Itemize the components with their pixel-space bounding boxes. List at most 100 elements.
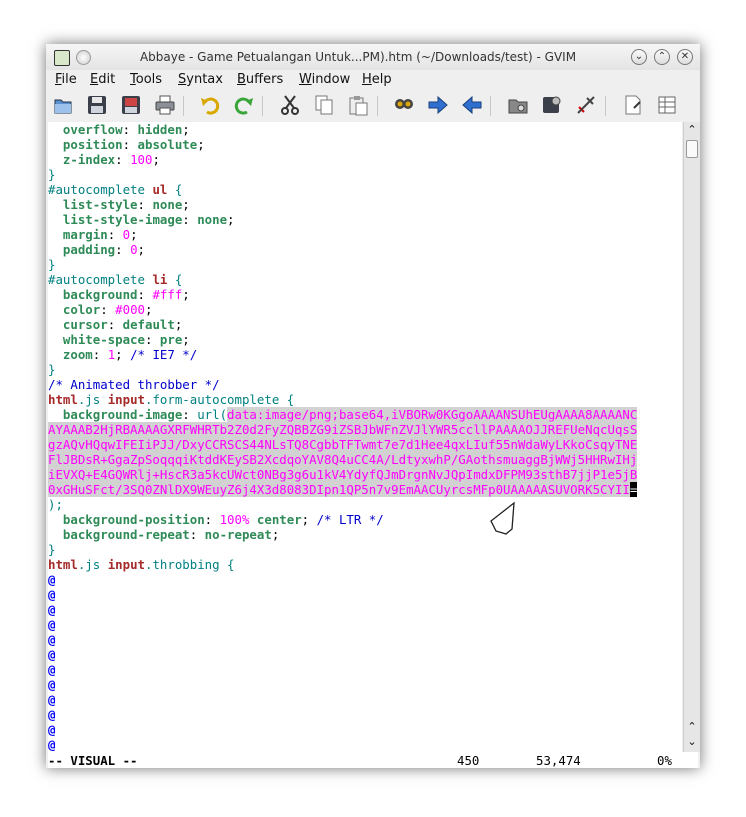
code-token: : (122, 122, 138, 137)
menu-syntax[interactable]: Syntax (178, 72, 223, 87)
code-line: } (48, 167, 55, 182)
gvim-app-icon[interactable] (54, 50, 70, 66)
code-token: #autocomplete (48, 182, 153, 197)
scrollbar-thumb[interactable] (686, 140, 698, 158)
code-token: : (115, 242, 131, 257)
save-session-icon[interactable] (540, 93, 564, 117)
code-token: 0xGHuSFct/3SQ0ZNlDX9WEuyZ6j4X3d8083DIpn1… (48, 482, 630, 497)
code-line: position: absolute; (48, 137, 205, 152)
code-token: ; (115, 347, 131, 362)
run-script-icon[interactable] (574, 93, 598, 117)
code-line: @ (48, 677, 55, 692)
code-token: @ (48, 737, 56, 752)
code-line: background: #fff; (48, 287, 190, 302)
code-token: cursor (62, 317, 108, 332)
code-token: .js (77, 557, 108, 572)
find-next-icon[interactable] (426, 93, 450, 117)
minimize-button[interactable]: ⌄ (631, 49, 647, 65)
code-token: zoom (62, 347, 93, 362)
code-token: ; (137, 242, 145, 257)
toolbar-separator (605, 96, 606, 116)
code-token: absolute (137, 137, 198, 152)
code-token: ; (182, 197, 190, 212)
find-prev-icon[interactable] (460, 93, 484, 117)
menu-file[interactable]: File (55, 72, 77, 87)
menu-window[interactable]: Window (299, 72, 350, 87)
code-line: @ (48, 632, 55, 647)
code-token: background-position (62, 512, 205, 527)
code-line: background-repeat: no-repeat; (48, 527, 279, 542)
find-replace-icon[interactable] (392, 93, 416, 117)
code-line: iEVXQ+E4GQWRlj+HscR3a5kcUWct0NBg3g6u1kV4… (48, 467, 638, 482)
text-cursor: = (629, 482, 638, 497)
toolbar (46, 92, 700, 122)
scroll-down-icon[interactable]: ⌄ (685, 735, 699, 749)
open-icon[interactable] (51, 93, 75, 117)
code-token: /* Animated throbber */ (48, 377, 220, 392)
code-token: background (62, 287, 138, 302)
menu-edit[interactable]: Edit (90, 72, 115, 87)
title-bar[interactable]: Abbaye - Game Petualangan Untuk...PM).ht… (46, 44, 700, 70)
toolbar-separator (377, 96, 378, 116)
code-token: @ (48, 602, 56, 617)
code-token: ; (197, 137, 205, 152)
code-token: : (137, 287, 153, 302)
vertical-scrollbar[interactable]: ⌃ ⌃ ⌄ (683, 122, 700, 752)
copy-icon[interactable] (312, 93, 336, 117)
code-token: pre (159, 332, 183, 347)
code-token: list-style (62, 197, 138, 212)
code-token: default (122, 317, 175, 332)
scroll-up-icon[interactable]: ⌃ (685, 123, 699, 137)
code-token: } (48, 362, 56, 377)
code-token: ; (145, 302, 153, 317)
code-token: ; (271, 527, 280, 542)
redo-icon[interactable] (232, 93, 256, 117)
build-tags-icon[interactable] (655, 93, 679, 117)
text-editor-area[interactable]: overflow: hidden; position: absolute; z-… (48, 122, 682, 752)
maximize-button[interactable]: ⌃ (654, 49, 670, 65)
code-line: ); (48, 497, 63, 512)
print-icon[interactable] (153, 93, 177, 117)
code-token: { (167, 272, 183, 287)
code-token: input (107, 392, 145, 407)
menu-buffers[interactable]: Buffers (237, 72, 283, 87)
save-icon[interactable] (85, 93, 109, 117)
code-line: #autocomplete ul { (48, 182, 182, 197)
code-line: html.js input.throbbing { (48, 557, 235, 572)
code-token: @ (48, 617, 56, 632)
scroll-up-icon[interactable]: ⌃ (685, 720, 699, 734)
code-token: background-repeat (62, 527, 190, 542)
code-token: @ (48, 662, 56, 677)
window-title: Abbaye - Game Petualangan Untuk...PM).ht… (139, 50, 577, 64)
cut-icon[interactable] (278, 93, 302, 117)
code-line: zoom: 1; /* IE7 */ (48, 347, 197, 362)
code-line: cursor: default; (48, 317, 182, 332)
pin-icon[interactable] (76, 50, 91, 65)
menu-help[interactable]: Help (362, 72, 392, 87)
code-token: background-image (62, 407, 183, 422)
save-all-icon[interactable] (119, 93, 143, 117)
code-token: @ (48, 722, 56, 737)
code-line: #autocomplete li { (48, 272, 182, 287)
make-icon[interactable] (621, 93, 645, 117)
menu-tools[interactable]: Tools (130, 72, 162, 87)
code-token: ; (227, 212, 235, 227)
status-line: -- VISUAL -- 450 53,474 0% (48, 752, 698, 768)
close-button[interactable]: ✕ (677, 49, 693, 65)
undo-icon[interactable] (198, 93, 222, 117)
paste-icon[interactable] (346, 93, 370, 117)
code-token: center (256, 512, 302, 527)
code-token: input (107, 557, 145, 572)
load-session-icon[interactable] (506, 93, 530, 117)
code-token: } (48, 542, 56, 557)
code-token: @ (48, 587, 56, 602)
code-line: background-image: url(data:image/png;bas… (48, 407, 638, 422)
